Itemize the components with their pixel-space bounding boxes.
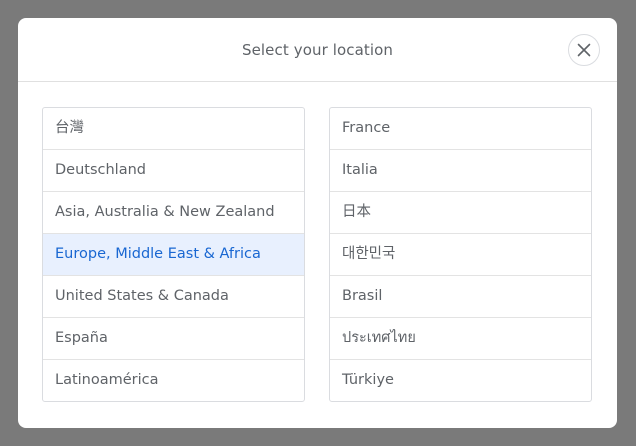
region-list-left: 台灣 Deutschland Asia, Australia & New Zea… bbox=[42, 107, 305, 402]
location-dialog: Select your location 台灣 Deutschland Asia… bbox=[18, 18, 617, 428]
region-item-latinoamerica[interactable]: Latinoamérica bbox=[43, 360, 304, 401]
region-item-thailand[interactable]: ประเทศไทย bbox=[330, 318, 591, 360]
region-item-us-canada[interactable]: United States & Canada bbox=[43, 276, 304, 318]
region-list-right: France Italia 日本 대한민국 Brasil ประเทศไทย T… bbox=[329, 107, 592, 402]
dialog-title: Select your location bbox=[241, 41, 394, 59]
region-item-japan[interactable]: 日本 bbox=[330, 192, 591, 234]
region-item-deutschland[interactable]: Deutschland bbox=[43, 150, 304, 192]
dialog-header: Select your location bbox=[18, 18, 617, 82]
region-item-italia[interactable]: Italia bbox=[330, 150, 591, 192]
region-item-taiwan[interactable]: 台灣 bbox=[43, 108, 304, 150]
region-item-emea[interactable]: Europe, Middle East & Africa bbox=[43, 234, 304, 276]
close-icon bbox=[577, 43, 591, 57]
region-item-france[interactable]: France bbox=[330, 108, 591, 150]
region-item-asia-australia-nz[interactable]: Asia, Australia & New Zealand bbox=[43, 192, 304, 234]
region-item-turkiye[interactable]: Türkiye bbox=[330, 360, 591, 401]
region-item-brasil[interactable]: Brasil bbox=[330, 276, 591, 318]
region-item-korea[interactable]: 대한민국 bbox=[330, 234, 591, 276]
region-item-espana[interactable]: España bbox=[43, 318, 304, 360]
close-button[interactable] bbox=[568, 34, 600, 66]
